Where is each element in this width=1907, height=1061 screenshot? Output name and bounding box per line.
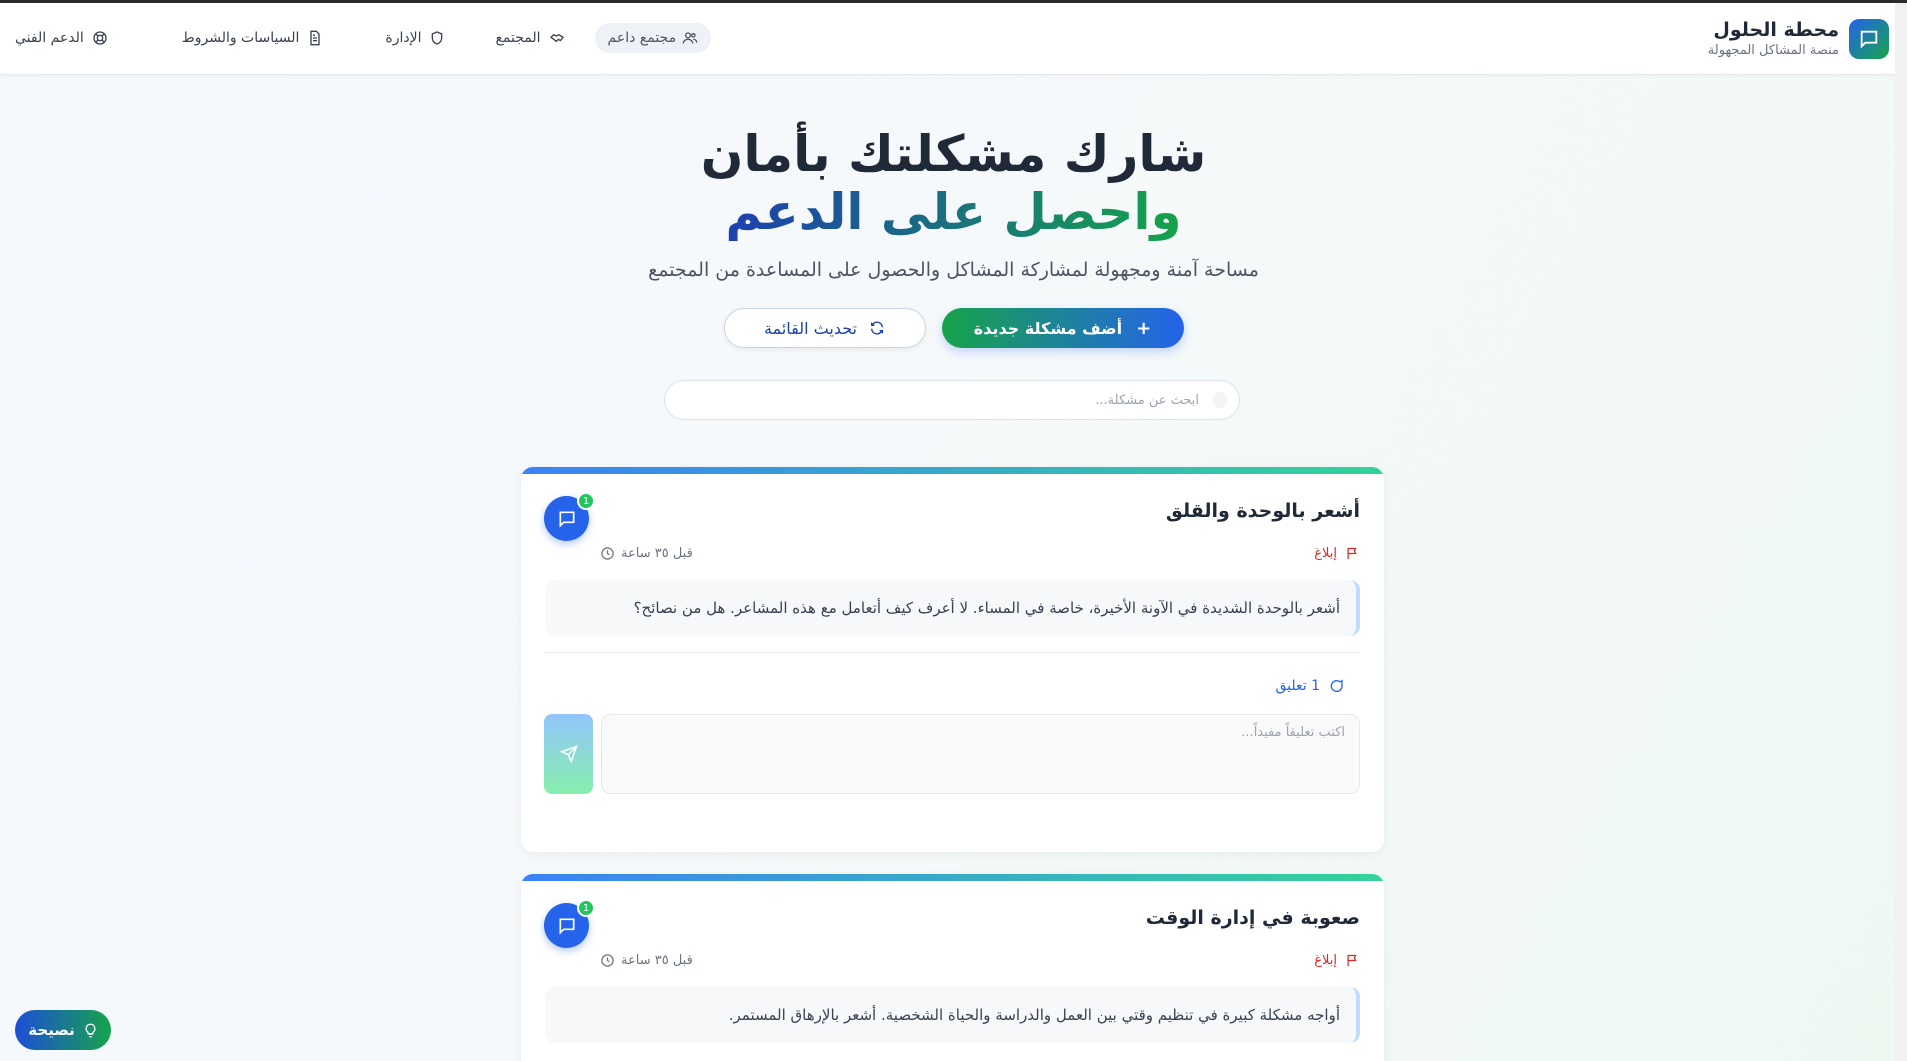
- flag-icon: [1347, 547, 1357, 560]
- brand[interactable]: محطة الحلول منصة المشاكل المجهولة: [1708, 18, 1889, 60]
- chat-bubble-icon: [559, 511, 574, 528]
- hero-title-line2: واحصل على الدعم: [725, 183, 1182, 241]
- problem-card: صعوبة في إدارة الوقت 1 إبلاغ قبل ٣٥ ساعة…: [521, 874, 1384, 1061]
- supportive-community-label: مجتمع داعم: [607, 30, 677, 46]
- lifebuoy-icon: [93, 31, 107, 45]
- card-divider: [545, 652, 1360, 653]
- problem-title: صعوبة في إدارة الوقت: [1145, 907, 1360, 929]
- brand-title: محطة الحلول: [1713, 19, 1839, 41]
- comment-textarea[interactable]: [601, 714, 1360, 794]
- nav-item-community[interactable]: المجتمع: [495, 30, 564, 46]
- comments-toggle-button[interactable]: 1: [544, 899, 595, 948]
- comments-toggle-button[interactable]: 1: [544, 492, 595, 541]
- clock-icon: [601, 547, 614, 560]
- post-time-label: قبل ٣٥ ساعة: [621, 953, 693, 968]
- problem-body: أواجه مشكلة كبيرة في تنظيم وقتي بين العم…: [545, 987, 1360, 1043]
- report-button[interactable]: إبلاغ: [1314, 953, 1360, 968]
- document-icon: [310, 30, 321, 46]
- brand-subtitle: منصة المشاكل المجهولة: [1707, 43, 1839, 58]
- chat-bubble-icon: [1849, 19, 1889, 59]
- hero-actions: + أضف مشكلة جديدة تحديث القائمة: [0, 308, 1907, 348]
- hero-subtitle: مساحة آمنة ومجهولة لمشاركة المشاكل والحص…: [648, 259, 1259, 281]
- nav-item-admin-label: الإدارة: [385, 30, 422, 46]
- card-accent-bar: [521, 874, 1384, 881]
- refresh-list-button[interactable]: تحديث القائمة: [723, 308, 926, 348]
- comment-icon: [1330, 679, 1343, 692]
- report-label: إبلاغ: [1314, 953, 1337, 968]
- card-accent-bar: [521, 467, 1384, 474]
- report-label: إبلاغ: [1314, 546, 1337, 561]
- post-time-label: قبل ٣٥ ساعة: [621, 546, 693, 561]
- post-time: قبل ٣٥ ساعة: [600, 953, 693, 968]
- add-problem-button[interactable]: + أضف مشكلة جديدة: [941, 308, 1184, 348]
- send-icon: [559, 745, 578, 763]
- comment-count-badge: 1: [577, 899, 595, 917]
- supportive-community-button[interactable]: مجتمع داعم: [594, 23, 712, 53]
- search-bar: [664, 380, 1240, 420]
- problem-body: أشعر بالوحدة الشديدة في الآونة الأخيرة، …: [545, 580, 1360, 636]
- send-comment-button[interactable]: [544, 714, 593, 794]
- post-time: قبل ٣٥ ساعة: [600, 546, 693, 561]
- clock-icon: [601, 954, 614, 967]
- hero-section: شارك مشكلتك بأمان واحصل على الدعم مساحة …: [0, 125, 1907, 281]
- comments-count-label: 1 تعليق: [1275, 678, 1320, 694]
- main-nav: الدعم الفني السياسات والشروط الإدارة الم…: [15, 23, 712, 53]
- tip-button[interactable]: نصيحة: [15, 1010, 111, 1050]
- refresh-list-label: تحديث القائمة: [764, 318, 857, 338]
- nav-item-policies-label: السياسات والشروط: [181, 30, 300, 46]
- lightbulb-icon: [85, 1023, 96, 1037]
- problem-title: أشعر بالوحدة والقلق: [1165, 500, 1360, 522]
- nav-item-policies[interactable]: السياسات والشروط: [182, 30, 324, 46]
- nav-item-support-label: الدعم الفني: [15, 30, 84, 46]
- problem-card: أشعر بالوحدة والقلق 1 إبلاغ قبل ٣٥ ساعة …: [521, 467, 1384, 852]
- nav-item-admin[interactable]: الإدارة: [385, 30, 445, 46]
- handshake-icon: [549, 33, 564, 43]
- search-input[interactable]: [664, 380, 1240, 420]
- plus-icon: +: [1136, 317, 1152, 339]
- users-icon: [682, 32, 698, 44]
- add-problem-label: أضف مشكلة جديدة: [973, 318, 1123, 338]
- nav-item-community-label: المجتمع: [495, 30, 541, 46]
- search-icon: [1212, 392, 1228, 408]
- refresh-icon: [871, 321, 883, 335]
- comment-count-badge: 1: [577, 492, 595, 510]
- nav-item-support[interactable]: الدعم الفني: [15, 30, 108, 46]
- top-navbar: محطة الحلول منصة المشاكل المجهولة الدعم …: [0, 3, 1907, 75]
- tip-label: نصيحة: [28, 1021, 75, 1039]
- flag-icon: [1347, 954, 1357, 967]
- comments-count-link[interactable]: 1 تعليق: [1275, 678, 1344, 694]
- hero-title-line1: شارك مشكلتك بأمان: [700, 125, 1207, 183]
- shield-icon: [432, 31, 443, 45]
- chat-bubble-icon: [559, 918, 574, 935]
- report-button[interactable]: إبلاغ: [1314, 546, 1360, 561]
